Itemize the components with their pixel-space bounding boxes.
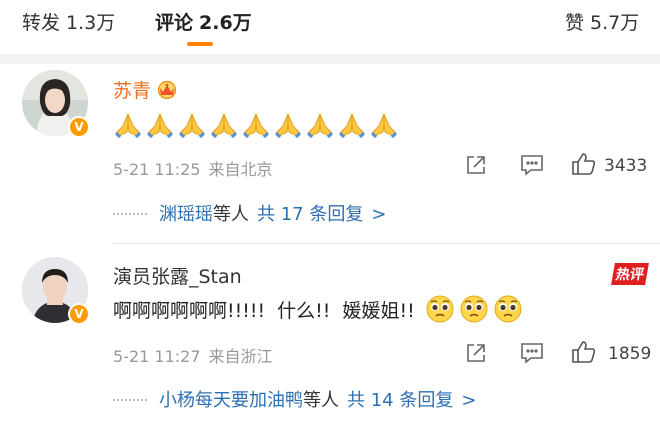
comment-source: 来自浙江 [208,347,273,366]
folded-hands-icon [209,110,239,143]
comment-meta: 5-21 11:27 来自浙江 [113,343,273,367]
comment-text [113,110,401,143]
folded-hands-icon [145,110,175,143]
reply-users: 小杨每天要加油鸭 [159,390,303,411]
active-tab-indicator [187,42,213,46]
chevron-right-icon: > [461,390,477,411]
username-text: 演员张露_Stan [113,266,242,288]
folded-hands-icon [305,110,335,143]
pleading-face-icon [459,294,489,329]
comment-text: 啊啊啊啊啊啊!!!!! 什么!! 媛媛姐!! [113,294,523,329]
username[interactable]: 苏青 [113,76,179,104]
tab-like[interactable]: 赞 5.7万 [565,8,639,35]
reply-summary-link[interactable]: 小杨每天要加油鸭等人共 14 条回复 > [113,386,476,412]
tab-like-label: 赞 [565,12,585,34]
folded-hands-icon [177,110,207,143]
like-icon[interactable] [571,152,597,180]
reply-users: 渊瑶瑶 [159,204,213,225]
reply-count: 共 17 条回复 [257,204,364,225]
reply-summary-link[interactable]: 渊瑶瑶等人共 17 条回复 > [113,200,386,226]
chevron-right-icon: > [371,204,387,225]
like-icon[interactable] [571,340,597,368]
folded-hands-icon [113,110,143,143]
pleading-face-icon [493,294,523,329]
tab-comment[interactable]: 评论 2.6万 [155,8,252,35]
reply-mid-text: 等人 [213,204,249,225]
reply-count: 共 14 条回复 [347,390,454,411]
hot-comment-badge: 热评 [611,263,649,285]
tab-repost-count: 1.3万 [66,12,116,34]
crown-icon [155,79,179,104]
folded-hands-icon [369,110,399,143]
folded-hands-icon [273,110,303,143]
folded-hands-icon [241,110,271,143]
comment-time: 5-21 11:25 [113,160,201,179]
username-text: 苏青 [113,80,152,102]
share-icon[interactable] [465,154,487,180]
tab-repost[interactable]: 转发 1.3万 [22,8,115,35]
like-count: 3433 [604,156,648,176]
comment-meta: 5-21 11:25 来自北京 [113,156,273,180]
section-divider [0,54,660,64]
tab-repost-label: 转发 [22,12,61,34]
like-count: 1859 [608,344,652,364]
username[interactable]: 演员张露_Stan [113,262,242,289]
dotted-line [113,399,147,403]
comment-divider [113,243,660,244]
pleading-face-icon [425,294,455,329]
tab-comment-label: 评论 [155,12,194,34]
comment-text-body: 啊啊啊啊啊啊!!!!! 什么!! 媛媛姐!! [113,300,415,322]
reply-mid-text: 等人 [303,390,339,411]
emoji-row [421,295,523,323]
share-icon[interactable] [465,342,487,368]
folded-hands-icon [337,110,367,143]
reply-icon[interactable] [520,342,544,368]
verified-badge-icon: V [68,303,90,325]
tab-comment-count: 2.6万 [199,12,252,34]
verified-badge-icon: V [68,116,90,138]
tab-like-count: 5.7万 [590,12,640,34]
comment-source: 来自北京 [208,160,273,179]
dotted-line [113,213,147,217]
reply-icon[interactable] [520,154,544,180]
comment-time: 5-21 11:27 [113,347,201,366]
comment-tabs: 转发 1.3万 评论 2.6万 赞 5.7万 [0,0,660,52]
